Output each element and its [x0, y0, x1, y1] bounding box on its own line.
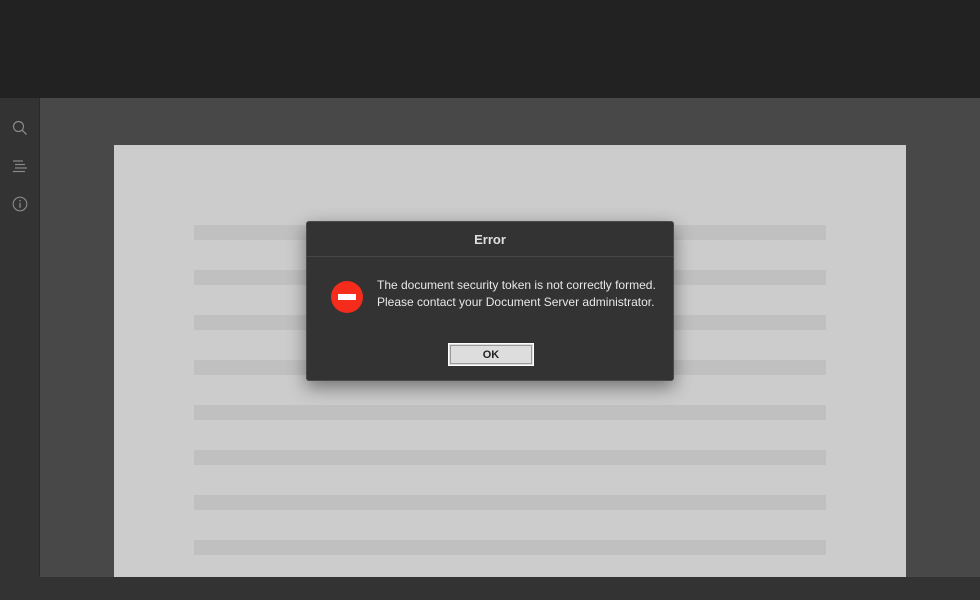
error-message-line: The document security token is not corre…	[377, 278, 656, 292]
info-icon	[12, 196, 28, 212]
search-icon	[12, 120, 27, 135]
skeleton-line	[194, 495, 826, 510]
dialog-body: The document security token is not corre…	[307, 257, 673, 337]
ok-button[interactable]: OK	[448, 343, 534, 366]
search-button[interactable]	[9, 117, 31, 139]
navigation-button[interactable]	[9, 155, 31, 177]
top-toolbar	[0, 0, 980, 98]
left-panel	[0, 98, 40, 577]
error-message-line: Please contact your Document Server admi…	[377, 295, 655, 309]
info-button[interactable]	[9, 193, 31, 215]
error-dialog: Error The document security token is not…	[306, 221, 674, 381]
navigation-icon	[13, 160, 27, 173]
skeleton-line	[194, 450, 826, 465]
skeleton-line	[194, 405, 826, 420]
error-message: The document security token is not corre…	[377, 277, 667, 311]
error-stop-icon	[331, 281, 363, 313]
status-bar	[0, 577, 980, 600]
skeleton-line	[194, 540, 826, 555]
dialog-title: Error	[307, 222, 673, 257]
